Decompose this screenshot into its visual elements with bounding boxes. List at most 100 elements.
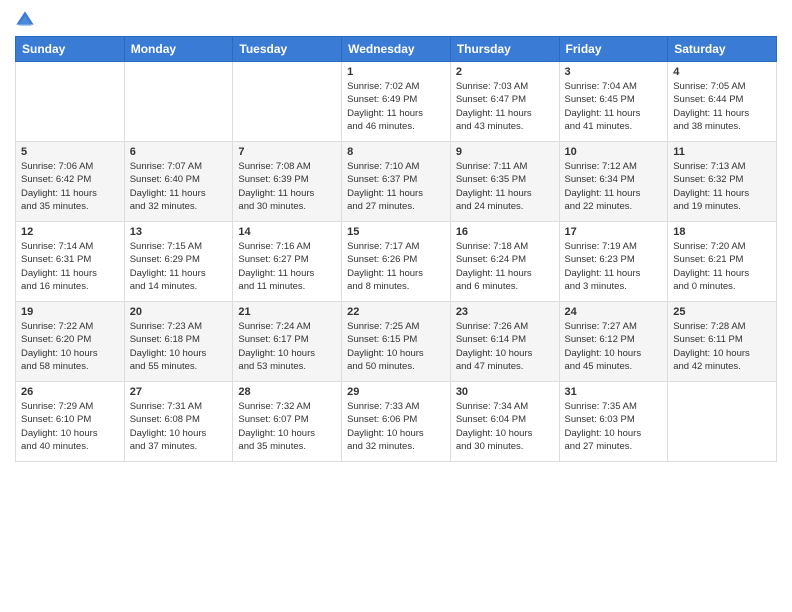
day-info: Sunrise: 7:24 AM Sunset: 6:17 PM Dayligh… [238,320,336,373]
day-info: Sunrise: 7:31 AM Sunset: 6:08 PM Dayligh… [130,400,228,453]
day-number: 25 [673,306,771,318]
day-number: 11 [673,146,771,158]
day-info: Sunrise: 7:07 AM Sunset: 6:40 PM Dayligh… [130,160,228,213]
day-number: 12 [21,226,119,238]
day-info: Sunrise: 7:18 AM Sunset: 6:24 PM Dayligh… [456,240,554,293]
calendar-cell: 31 Sunrise: 7:35 AM Sunset: 6:03 PM Dayli… [559,382,668,462]
day-info: Sunrise: 7:03 AM Sunset: 6:47 PM Dayligh… [456,80,554,133]
day-number: 23 [456,306,554,318]
calendar-week-row: 26Sunrise: 7:29 AM Sunset: 6:10 PM Dayli… [16,382,777,462]
calendar-cell: 23 Sunrise: 7:26 AM Sunset: 6:14 PM Dayli… [450,302,559,382]
day-number: 1 [347,66,445,78]
day-info: Sunrise: 7:04 AM Sunset: 6:45 PM Dayligh… [565,80,663,133]
calendar-cell: 10 Sunrise: 7:12 AM Sunset: 6:34 PM Dayli… [559,142,668,222]
day-number: 24 [565,306,663,318]
day-number: 18 [673,226,771,238]
weekday-header: Friday [559,37,668,62]
day-info: Sunrise: 7:06 AM Sunset: 6:42 PM Dayligh… [21,160,119,213]
calendar-week-row: 12 Sunrise: 7:14 AM Sunset: 6:31 PM Dayli… [16,222,777,302]
day-number: 7 [238,146,336,158]
day-number: 29 [347,386,445,398]
day-number: 31 [565,386,663,398]
day-info: Sunrise: 7:22 AM Sunset: 6:20 PM Dayligh… [21,320,119,373]
calendar-cell [16,62,125,142]
day-info: Sunrise: 7:12 AM Sunset: 6:34 PM Dayligh… [565,160,663,213]
day-info: Sunrise: 7:34 AM Sunset: 6:04 PM Dayligh… [456,400,554,453]
calendar-cell: 4 Sunrise: 7:05 AM Sunset: 6:44 PM Daylig… [668,62,777,142]
day-info: Sunrise: 7:02 AM Sunset: 6:49 PM Dayligh… [347,80,445,133]
day-info: Sunrise: 7:17 AM Sunset: 6:26 PM Dayligh… [347,240,445,293]
calendar-table: SundayMondayTuesdayWednesdayThursdayFrid… [15,36,777,462]
day-number: 8 [347,146,445,158]
day-number: 28 [238,386,336,398]
day-info: Sunrise: 7:27 AM Sunset: 6:12 PM Dayligh… [565,320,663,373]
day-number: 22 [347,306,445,318]
day-number: 2 [456,66,554,78]
day-number: 26 [21,386,119,398]
weekday-header-row: SundayMondayTuesdayWednesdayThursdayFrid… [16,37,777,62]
calendar-cell: 25 Sunrise: 7:28 AM Sunset: 6:11 PM Dayli… [668,302,777,382]
calendar-cell: 11 Sunrise: 7:13 AM Sunset: 6:32 PM Dayli… [668,142,777,222]
day-number: 16 [456,226,554,238]
weekday-header: Saturday [668,37,777,62]
calendar-cell: 28Sunrise: 7:32 AM Sunset: 6:07 PM Dayli… [233,382,342,462]
day-info: Sunrise: 7:13 AM Sunset: 6:32 PM Dayligh… [673,160,771,213]
calendar-cell: 17 Sunrise: 7:19 AM Sunset: 6:23 PM Dayli… [559,222,668,302]
day-info: Sunrise: 7:05 AM Sunset: 6:44 PM Dayligh… [673,80,771,133]
day-number: 4 [673,66,771,78]
calendar-cell: 2 Sunrise: 7:03 AM Sunset: 6:47 PM Daylig… [450,62,559,142]
calendar-cell: 3 Sunrise: 7:04 AM Sunset: 6:45 PM Daylig… [559,62,668,142]
calendar-cell: 15 Sunrise: 7:17 AM Sunset: 6:26 PM Dayli… [342,222,451,302]
calendar-cell: 1 Sunrise: 7:02 AM Sunset: 6:49 PM Daylig… [342,62,451,142]
calendar-cell: 19 Sunrise: 7:22 AM Sunset: 6:20 PM Dayli… [16,302,125,382]
logo-icon [15,10,35,30]
weekday-header: Wednesday [342,37,451,62]
day-number: 17 [565,226,663,238]
calendar-cell: 5 Sunrise: 7:06 AM Sunset: 6:42 PM Daylig… [16,142,125,222]
calendar-cell: 18 Sunrise: 7:20 AM Sunset: 6:21 PM Dayli… [668,222,777,302]
calendar-cell: 22Sunrise: 7:25 AM Sunset: 6:15 PM Dayli… [342,302,451,382]
day-info: Sunrise: 7:26 AM Sunset: 6:14 PM Dayligh… [456,320,554,373]
day-info: Sunrise: 7:28 AM Sunset: 6:11 PM Dayligh… [673,320,771,373]
day-info: Sunrise: 7:14 AM Sunset: 6:31 PM Dayligh… [21,240,119,293]
day-number: 20 [130,306,228,318]
calendar-cell: 30 Sunrise: 7:34 AM Sunset: 6:04 PM Dayli… [450,382,559,462]
calendar-cell: 12 Sunrise: 7:14 AM Sunset: 6:31 PM Dayli… [16,222,125,302]
day-number: 15 [347,226,445,238]
calendar-cell: 21 Sunrise: 7:24 AM Sunset: 6:17 PM Dayli… [233,302,342,382]
day-info: Sunrise: 7:23 AM Sunset: 6:18 PM Dayligh… [130,320,228,373]
day-info: Sunrise: 7:20 AM Sunset: 6:21 PM Dayligh… [673,240,771,293]
calendar-week-row: 19 Sunrise: 7:22 AM Sunset: 6:20 PM Dayli… [16,302,777,382]
calendar-cell: 9 Sunrise: 7:11 AM Sunset: 6:35 PM Daylig… [450,142,559,222]
weekday-header: Thursday [450,37,559,62]
calendar-cell: 27 Sunrise: 7:31 AM Sunset: 6:08 PM Dayli… [124,382,233,462]
day-info: Sunrise: 7:35 AM Sunset: 6:03 PM Dayligh… [565,400,663,453]
day-number: 27 [130,386,228,398]
page: SundayMondayTuesdayWednesdayThursdayFrid… [0,0,792,612]
calendar-week-row: 1 Sunrise: 7:02 AM Sunset: 6:49 PM Daylig… [16,62,777,142]
day-info: Sunrise: 7:08 AM Sunset: 6:39 PM Dayligh… [238,160,336,213]
calendar-cell [668,382,777,462]
calendar-cell [124,62,233,142]
calendar-cell: 24 Sunrise: 7:27 AM Sunset: 6:12 PM Dayli… [559,302,668,382]
calendar-cell: 13Sunrise: 7:15 AM Sunset: 6:29 PM Dayli… [124,222,233,302]
day-number: 5 [21,146,119,158]
day-info: Sunrise: 7:33 AM Sunset: 6:06 PM Dayligh… [347,400,445,453]
calendar-cell: 6Sunrise: 7:07 AM Sunset: 6:40 PM Daylig… [124,142,233,222]
day-number: 21 [238,306,336,318]
day-number: 3 [565,66,663,78]
day-info: Sunrise: 7:16 AM Sunset: 6:27 PM Dayligh… [238,240,336,293]
calendar-cell: 14 Sunrise: 7:16 AM Sunset: 6:27 PM Dayli… [233,222,342,302]
calendar-cell: 29 Sunrise: 7:33 AM Sunset: 6:06 PM Dayli… [342,382,451,462]
day-number: 19 [21,306,119,318]
day-number: 30 [456,386,554,398]
day-info: Sunrise: 7:19 AM Sunset: 6:23 PM Dayligh… [565,240,663,293]
day-number: 10 [565,146,663,158]
calendar-cell: 26Sunrise: 7:29 AM Sunset: 6:10 PM Dayli… [16,382,125,462]
calendar-cell [233,62,342,142]
day-number: 14 [238,226,336,238]
day-number: 9 [456,146,554,158]
calendar-cell: 7 Sunrise: 7:08 AM Sunset: 6:39 PM Daylig… [233,142,342,222]
weekday-header: Tuesday [233,37,342,62]
day-info: Sunrise: 7:11 AM Sunset: 6:35 PM Dayligh… [456,160,554,213]
